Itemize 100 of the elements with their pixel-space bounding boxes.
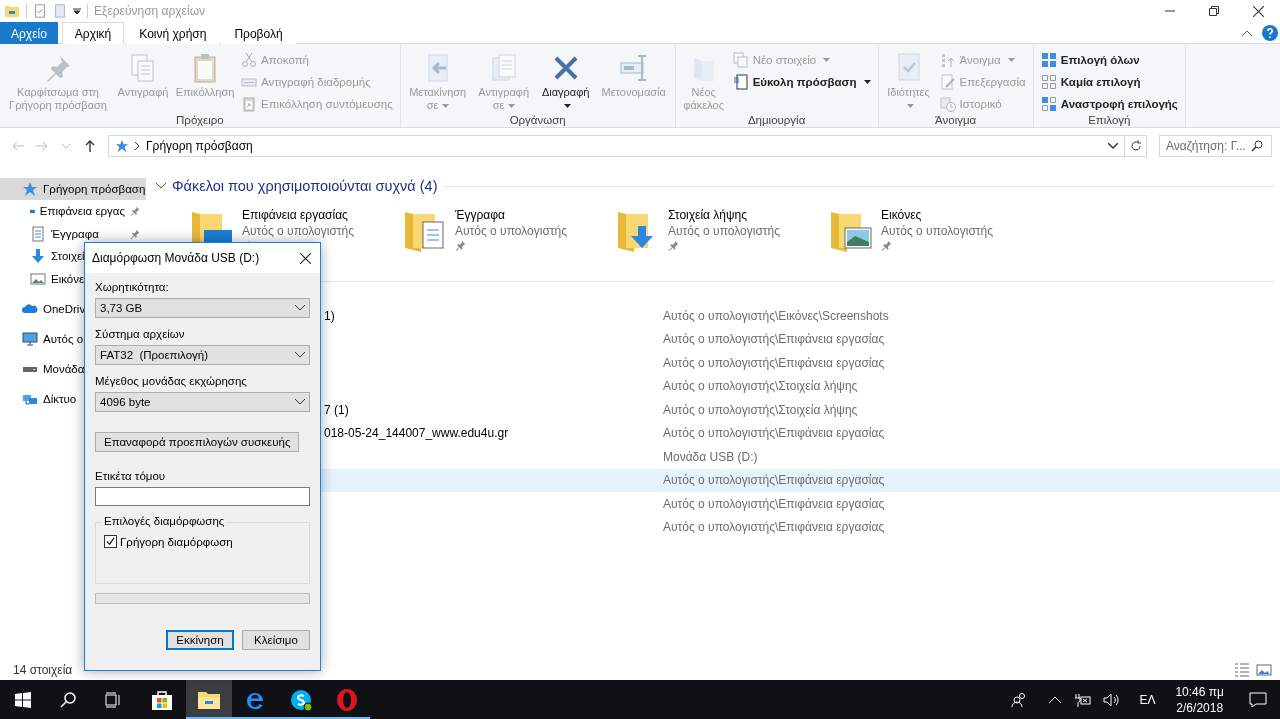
forward-arrow-icon (35, 139, 49, 153)
field-label: Χωρητικότητα: (95, 281, 170, 295)
folder-name[interactable]: Εικόνες (881, 208, 993, 222)
new-folder-icon (53, 4, 67, 18)
restore-icon (1209, 6, 1219, 16)
windows-logo-icon (15, 691, 31, 708)
chevron-right-icon (135, 142, 140, 150)
task-view-icon (103, 690, 122, 709)
back-arrow-icon (11, 139, 25, 153)
caret-icon (507, 104, 515, 109)
folder-name[interactable]: Έγγραφα (455, 208, 567, 222)
select-all-icon (1040, 51, 1057, 68)
field-label: Μέγεθος μονάδας εκχώρησης (95, 375, 248, 389)
folder-location: Αυτός ο υπολογιστής (455, 224, 567, 238)
file-location: Αυτός ο υπολογιστής\Επιφάνεια εργασίας (663, 496, 885, 511)
dialog-title: Διαμόρφωση Μονάδα USB (D:) (92, 251, 260, 265)
ribbon-button[interactable]: Επιλογή όλων (1037, 49, 1181, 70)
chevron-down-icon (295, 352, 305, 358)
star-icon (22, 181, 38, 197)
dropdown[interactable]: 3,73 GB (95, 298, 310, 318)
chevron-down-icon (156, 183, 166, 189)
folder-name[interactable]: Στοιχεία λήψης (668, 208, 780, 222)
pin-icon (881, 240, 892, 251)
star-icon (115, 139, 129, 153)
checkbox-label[interactable]: Γρήγορη διαμόρφωση (120, 535, 233, 548)
large-icons-view-icon[interactable] (1256, 662, 1272, 678)
check-icon (106, 537, 115, 546)
dialog-button[interactable]: Εκκίνηση (166, 630, 234, 650)
file-name: 1) (324, 308, 335, 323)
close-icon (1252, 5, 1264, 17)
scissors-icon (241, 51, 257, 68)
address-bar[interactable]: Γρήγορη πρόσβαση (108, 135, 1147, 157)
file-location: Αυτός ο υπολογιστής\Εικόνες\Screenshots (663, 308, 889, 323)
collapse-ribbon-icon (1242, 29, 1252, 36)
ribbon-button[interactable]: Καμία επιλογή (1037, 71, 1181, 92)
volume-label-field[interactable] (95, 487, 310, 506)
edit-icon (939, 73, 956, 90)
chevron-down-icon (62, 143, 70, 149)
nav-item[interactable]: Επιφάνεια εργας (0, 200, 146, 223)
pin-icon (455, 240, 466, 251)
caret-icon (1007, 57, 1015, 62)
group-label: Επιλογή (1087, 114, 1132, 127)
dropdown[interactable]: FAT32 (Προεπιλογή) (95, 345, 310, 365)
address-path: Γρήγορη πρόσβαση (146, 139, 253, 153)
open-icon (939, 51, 956, 68)
ribbon-button[interactable]: Αναστροφή επιλογής (1037, 93, 1181, 114)
computer-icon (22, 331, 38, 347)
section-heading: Φάκελοι που χρησιμοποιούνται συχνά (4) (172, 178, 438, 194)
up-arrow-icon (83, 139, 97, 153)
checkbox[interactable] (104, 535, 117, 548)
search-icon (1251, 140, 1263, 152)
ribbon-button[interactable]: Διαγραφή (536, 48, 595, 114)
folder-location: Αυτός ο υπολογιστής (668, 224, 780, 238)
search-field[interactable]: Αναζήτηση: Γ... (1159, 135, 1272, 157)
ribbon-button[interactable]: Εύκολη πρόσβαση (729, 71, 874, 92)
file-location: Μονάδα USB (D:) (663, 449, 758, 464)
file-location: Αυτός ο υπολογιστής\Επιφάνεια εργασίας (663, 426, 885, 441)
dropdown[interactable]: 4096 byte (95, 392, 310, 412)
paste-shortcut-icon (241, 95, 257, 112)
folder-location: Αυτός ο υπολογιστής (881, 224, 993, 238)
search-icon (59, 690, 77, 709)
group-label: Οργάνωση (508, 114, 567, 127)
easy-access-icon (732, 73, 749, 90)
file-name: 7 (1) (324, 402, 349, 417)
folder-icon (4, 3, 20, 19)
file-location: Αυτός ο υπολογιστής\Επιφάνεια εργασίας (663, 473, 885, 488)
document-icon (30, 225, 46, 242)
clock-date[interactable]: 2/6/2018 (1176, 699, 1224, 716)
dialog-button[interactable]: Κλείσιμο (242, 630, 310, 650)
nav-item[interactable]: Έγγραφα (0, 222, 146, 245)
caret-icon (563, 104, 571, 109)
group-label: Δημιουργία (746, 114, 807, 127)
restore-defaults-button[interactable]: Επαναφορά προεπιλογών συσκευής (95, 432, 300, 452)
properties-icon (33, 4, 47, 18)
image-icon (30, 270, 46, 287)
file-name: 018-05-24_144007_www.edu4u.gr (324, 426, 509, 441)
chevron-down-icon (1108, 143, 1118, 149)
ring-logo-icon (335, 687, 359, 712)
caret-icon (906, 104, 914, 109)
nav-item[interactable]: Γρήγορη πρόσβαση (0, 178, 146, 200)
close-icon (299, 252, 311, 264)
pin-icon (130, 206, 140, 217)
refresh-icon (1129, 140, 1142, 152)
message-icon (1249, 690, 1267, 709)
chevron-up-icon[interactable] (1049, 696, 1062, 703)
select-none-icon (1040, 73, 1057, 90)
people-icon[interactable] (1011, 691, 1028, 708)
caret-icon (73, 7, 81, 15)
clock-time[interactable]: 10:46 πμ (1175, 683, 1224, 700)
language-indicator[interactable]: ΕΛ (1139, 692, 1156, 707)
ribbon-tab[interactable]: Αρχική (61, 22, 125, 45)
ribbon-tab[interactable]: Αρχείο (0, 22, 58, 44)
taskbar-button[interactable] (186, 680, 232, 719)
folder-name[interactable]: Επιφάνεια εργασίας (242, 208, 354, 222)
chat-app-icon (289, 687, 313, 712)
help-icon[interactable] (1262, 24, 1278, 41)
caret-icon (863, 79, 871, 84)
group-label: Άνοιγμα (934, 114, 978, 127)
caret-icon (823, 57, 831, 62)
chevron-down-icon (295, 305, 305, 311)
